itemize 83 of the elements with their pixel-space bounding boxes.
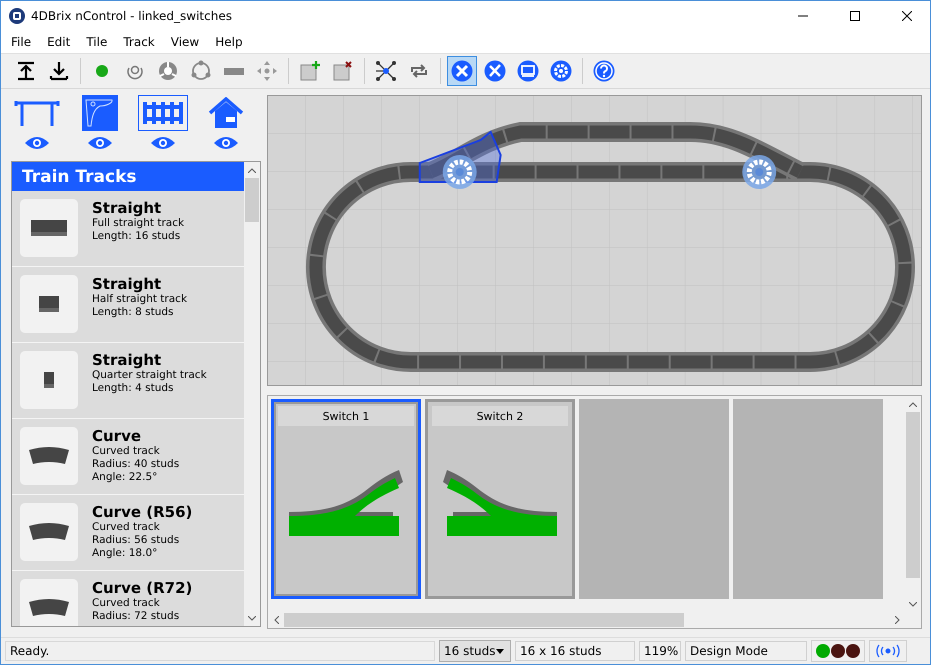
- eye-icon[interactable]: [150, 135, 176, 151]
- track-detail: Angle: 22.5°: [92, 471, 158, 484]
- monitor-icon: [517, 60, 539, 82]
- download-icon: [48, 60, 70, 82]
- track-detail: Radius: 56 studs: [92, 534, 180, 547]
- help-icon: [593, 60, 615, 82]
- turntable-icon: [157, 60, 179, 82]
- curved-track-icon: [27, 522, 71, 542]
- ring-icon: [190, 60, 212, 82]
- track-detail: Radius: 72 studs: [92, 610, 180, 623]
- curved-track-icon: [27, 598, 71, 618]
- table-icon: [14, 98, 60, 128]
- train-icon: [224, 68, 244, 74]
- menu-item[interactable]: File: [3, 31, 40, 53]
- track-name: Curve (R56): [92, 503, 192, 521]
- mode-field: Design Mode: [685, 641, 807, 661]
- switch-card[interactable]: Switch 2: [425, 399, 575, 599]
- palette-item[interactable]: Straight Quarter straight track Length: 4 studs: [12, 343, 244, 419]
- straight-track-icon: [44, 372, 54, 388]
- track-detail: Curved track: [92, 521, 161, 534]
- upload-icon: [15, 60, 37, 82]
- window-title: 4DBrix nControl - linked_switches: [31, 9, 233, 23]
- track-detail: Curved track: [92, 445, 161, 458]
- category-button[interactable]: [138, 95, 188, 131]
- palette-item[interactable]: Curve (R56) Curved track Radius: 56 studs Angle: 18.0°: [12, 495, 244, 571]
- maximize-icon: [850, 11, 860, 21]
- eye-icon[interactable]: [87, 135, 113, 151]
- switch-card[interactable]: Switch 1: [271, 399, 421, 599]
- move-icon: [256, 60, 278, 82]
- switch-title: Switch 1: [278, 406, 414, 426]
- house-icon: [208, 97, 244, 129]
- network-icon: [375, 60, 397, 82]
- menu-item[interactable]: Help: [207, 31, 251, 53]
- settings-icon: [550, 60, 572, 82]
- palette-title: Train Tracks: [12, 162, 244, 191]
- menu-item[interactable]: Tile: [78, 31, 116, 53]
- connection-button[interactable]: [869, 640, 907, 662]
- menu-item[interactable]: Edit: [39, 31, 78, 53]
- status-message: Ready.: [5, 641, 435, 661]
- track-name: Curve (R72): [92, 579, 192, 597]
- track-detail: Angle: 18.0°: [92, 547, 158, 560]
- tile-size-field: 16 x 16 studs: [515, 641, 635, 661]
- track-detail: Quarter straight track: [92, 369, 207, 382]
- scrollbar-thumb[interactable]: [245, 178, 259, 222]
- menu-item[interactable]: View: [162, 31, 208, 53]
- layout-canvas[interactable]: [267, 95, 922, 386]
- scrollbar-thumb[interactable]: [906, 412, 920, 578]
- straight-track-icon: [31, 220, 67, 236]
- switch-selection[interactable]: [418, 130, 502, 183]
- track-icon: [141, 99, 185, 127]
- settings-icon[interactable]: [742, 155, 776, 189]
- palette-item[interactable]: Curve (R72) Curved track Radius: 72 studs: [12, 571, 244, 626]
- track-detail: Length: 16 studs: [92, 230, 182, 243]
- track-name: Straight: [92, 351, 162, 369]
- close-icon: [902, 11, 912, 21]
- track-name: Curve: [92, 427, 142, 445]
- track-name: Straight: [92, 275, 162, 293]
- straight-track-icon: [39, 296, 59, 312]
- palette-item[interactable]: Curve Curved track Radius: 40 studs Angle: 22.5°: [12, 419, 244, 495]
- eye-icon[interactable]: [213, 135, 239, 151]
- palette-item[interactable]: Straight Full straight track Length: 16 studs: [12, 191, 244, 267]
- track-name: Straight: [92, 199, 162, 217]
- delete-tile-icon: [332, 60, 354, 82]
- baseplate-icon: [82, 95, 118, 131]
- app-logo-icon: [9, 8, 25, 24]
- menu-item[interactable]: Track: [115, 31, 163, 53]
- eye-icon[interactable]: [24, 135, 50, 151]
- track-detail: Length: 4 studs: [92, 382, 174, 395]
- scrollbar-thumb[interactable]: [284, 613, 684, 627]
- palette-item[interactable]: Straight Half straight track Length: 8 studs: [12, 267, 244, 343]
- track-detail: Curved track: [92, 597, 161, 610]
- track-detail: Full straight track: [92, 217, 184, 230]
- grid-size-dropdown[interactable]: 16 studs: [439, 640, 511, 662]
- track-detail: Length: 8 studs: [92, 306, 174, 319]
- caret-icon: [496, 648, 504, 654]
- switch-title: Switch 2: [432, 406, 568, 426]
- zoom-field: 119%: [639, 641, 681, 661]
- add-tile-icon: [299, 60, 321, 82]
- signal-icon: [874, 644, 902, 658]
- settings-icon[interactable]: [442, 155, 477, 189]
- track-detail: Half straight track: [92, 293, 188, 306]
- track-detail: Radius: 40 studs: [92, 458, 180, 471]
- curved-track-icon: [27, 446, 71, 466]
